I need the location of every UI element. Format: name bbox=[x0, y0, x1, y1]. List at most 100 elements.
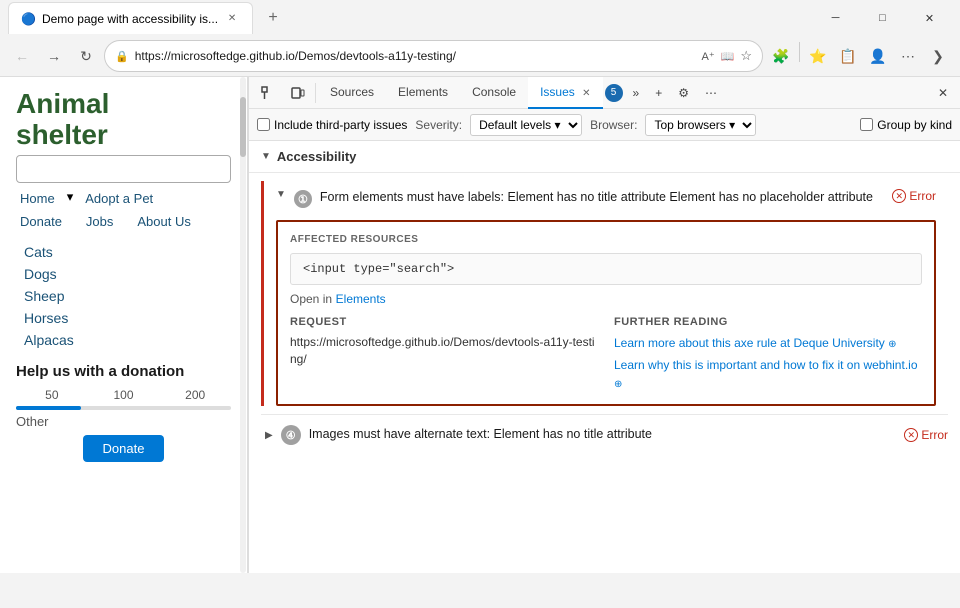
site-nav: Home ▾ Adopt a Pet Donate Jobs About Us bbox=[16, 189, 231, 233]
donation-slider[interactable] bbox=[16, 406, 231, 410]
accessibility-header[interactable]: ▼ Accessibility bbox=[261, 149, 948, 164]
devtools-options-bar: Include third-party issues Severity: Def… bbox=[249, 109, 960, 141]
site-title: Animal shelter bbox=[16, 89, 231, 151]
animal-dogs[interactable]: Dogs bbox=[16, 263, 231, 285]
inspect-icon bbox=[261, 86, 275, 100]
sidebar-button[interactable]: ❯ bbox=[924, 42, 952, 70]
device-icon bbox=[291, 86, 305, 100]
issues-badge: 5 bbox=[605, 84, 623, 102]
website-panel: Animal shelter Home ▾ Adopt a Pet Donate… bbox=[0, 77, 248, 573]
devtools-close-button[interactable]: ✕ bbox=[930, 79, 956, 107]
close-button[interactable]: ✕ bbox=[907, 3, 952, 33]
issue-1-header[interactable]: ▼ ① Form elements must have labels: Elem… bbox=[264, 181, 948, 216]
third-party-checkbox[interactable] bbox=[257, 118, 270, 131]
browser-tab[interactable]: 🔵 Demo page with accessibility is... ✕ bbox=[8, 2, 253, 34]
third-party-checkbox-label[interactable]: Include third-party issues bbox=[257, 118, 407, 132]
further-reading-column: FURTHER READING Learn more about this ax… bbox=[614, 316, 922, 392]
title-bar: 🔵 Demo page with accessibility is... ✕ +… bbox=[0, 0, 960, 36]
issue-2-header[interactable]: ▶ ④ Images must have alternate text: Ele… bbox=[261, 425, 948, 445]
tab-issues[interactable]: Issues ✕ bbox=[528, 77, 602, 109]
donate-button[interactable]: Donate bbox=[83, 435, 165, 462]
scroll-thumb bbox=[240, 97, 246, 157]
devtools-body: ▼ Accessibility ▼ ① Form elements must h… bbox=[249, 141, 960, 573]
address-bar[interactable]: 🔒 https://microsoftedge.github.io/Demos/… bbox=[104, 40, 763, 72]
favorites-icon: ☆ bbox=[740, 48, 752, 64]
further-reading-header: FURTHER READING bbox=[614, 316, 922, 328]
tab-favicon: 🔵 bbox=[21, 12, 36, 26]
settings-menu-button[interactable]: ⋯ bbox=[894, 42, 922, 70]
issue-2-text: Images must have alternate text: Element… bbox=[309, 426, 897, 444]
maximize-button[interactable]: □ bbox=[860, 3, 905, 33]
main-content: Animal shelter Home ▾ Adopt a Pet Donate… bbox=[0, 77, 960, 573]
tab-sources[interactable]: Sources bbox=[318, 77, 386, 109]
nav-arrow: ▾ bbox=[67, 189, 74, 208]
issue-2-expand-icon: ▶ bbox=[265, 430, 273, 441]
issue-item-2: ▶ ④ Images must have alternate text: Ele… bbox=[261, 414, 948, 455]
issue-1-text: Form elements must have labels: Element … bbox=[320, 189, 884, 207]
website-scrollbar[interactable] bbox=[239, 77, 247, 573]
affected-resources-box: AFFECTED RESOURCES <input type="search">… bbox=[276, 220, 936, 406]
tab-close-button[interactable]: ✕ bbox=[224, 11, 240, 27]
tab-title: Demo page with accessibility is... bbox=[42, 12, 218, 26]
affected-resources-label: AFFECTED RESOURCES bbox=[290, 234, 922, 245]
severity-select[interactable]: Default levels ▾ bbox=[470, 114, 582, 136]
request-header: REQUEST bbox=[290, 316, 598, 328]
collections-button[interactable]: 📋 bbox=[834, 42, 862, 70]
open-in-elements-link[interactable]: Elements bbox=[336, 292, 386, 306]
nav-home[interactable]: Home bbox=[16, 189, 59, 208]
reading-view-icon: 📖 bbox=[721, 50, 735, 63]
minimize-button[interactable]: ─ bbox=[813, 3, 858, 33]
animal-alpacas[interactable]: Alpacas bbox=[16, 329, 231, 351]
code-snippet: <input type="search"> bbox=[290, 253, 922, 285]
more-tabs-button[interactable]: » bbox=[625, 79, 648, 107]
animal-sheep[interactable]: Sheep bbox=[16, 285, 231, 307]
nav-about[interactable]: About Us bbox=[133, 212, 194, 231]
extensions-button[interactable]: 🧩 bbox=[767, 42, 795, 70]
nav-donate[interactable]: Donate bbox=[16, 212, 66, 231]
external-link-icon-2: ⊕ bbox=[614, 379, 622, 390]
browser-select[interactable]: Top browsers ▾ bbox=[645, 114, 756, 136]
request-column: REQUEST https://microsoftedge.github.io/… bbox=[290, 316, 598, 392]
issue-1-error-badge: ✕ Error bbox=[892, 189, 936, 203]
webhint-link[interactable]: Learn why this is important and how to f… bbox=[614, 356, 922, 392]
donation-amounts: 50 100 200 bbox=[16, 388, 231, 402]
nav-adopt[interactable]: Adopt a Pet bbox=[81, 189, 157, 208]
refresh-button[interactable]: ↻ bbox=[72, 42, 100, 70]
donation-title: Help us with a donation bbox=[16, 363, 231, 380]
favorites-button[interactable]: ⭐ bbox=[804, 42, 832, 70]
devtools-settings-button[interactable]: ⚙ bbox=[670, 79, 697, 107]
website-content: Animal shelter Home ▾ Adopt a Pet Donate… bbox=[0, 77, 247, 474]
nav-jobs[interactable]: Jobs bbox=[82, 212, 117, 231]
issue-1-count-badge: ① bbox=[294, 190, 312, 208]
new-devtools-tab-button[interactable]: + bbox=[647, 79, 670, 107]
tab-console[interactable]: Console bbox=[460, 77, 528, 109]
scroll-track bbox=[240, 77, 246, 573]
request-url: https://microsoftedge.github.io/Demos/de… bbox=[290, 334, 598, 368]
devtools-inspect-button[interactable] bbox=[253, 79, 283, 107]
issues-close-icon[interactable]: ✕ bbox=[582, 88, 590, 99]
donation-other-label: Other bbox=[16, 414, 231, 429]
issue-2-error-badge: ✕ Error bbox=[904, 428, 948, 442]
url-text: https://microsoftedge.github.io/Demos/de… bbox=[135, 49, 696, 63]
animal-cats[interactable]: Cats bbox=[16, 241, 231, 263]
tab-elements[interactable]: Elements bbox=[386, 77, 460, 109]
search-input[interactable] bbox=[16, 155, 231, 183]
animal-list: Cats Dogs Sheep Horses Alpacas bbox=[16, 241, 231, 351]
group-by-section: Group by kind bbox=[860, 118, 952, 132]
devtools-device-button[interactable] bbox=[283, 79, 313, 107]
forward-button[interactable]: → bbox=[40, 42, 68, 70]
lock-icon: 🔒 bbox=[115, 50, 129, 63]
devtools-more-button[interactable]: ⋯ bbox=[697, 79, 725, 107]
new-tab-button[interactable]: + bbox=[259, 4, 287, 32]
two-column-section: REQUEST https://microsoftedge.github.io/… bbox=[290, 316, 922, 392]
external-link-icon-1: ⊕ bbox=[888, 339, 896, 350]
deque-university-link[interactable]: Learn more about this axe rule at Deque … bbox=[614, 334, 922, 352]
error-icon-2: ✕ bbox=[904, 428, 918, 442]
group-by-checkbox[interactable] bbox=[860, 118, 873, 131]
devtools-panel: Sources Elements Console Issues ✕ 5 » + … bbox=[248, 77, 960, 573]
back-button[interactable]: ← bbox=[8, 42, 36, 70]
collapse-triangle-icon: ▼ bbox=[261, 151, 271, 162]
animal-horses[interactable]: Horses bbox=[16, 307, 231, 329]
read-aloud-icon: A⁺ bbox=[701, 50, 714, 63]
account-button[interactable]: 👤 bbox=[864, 42, 892, 70]
